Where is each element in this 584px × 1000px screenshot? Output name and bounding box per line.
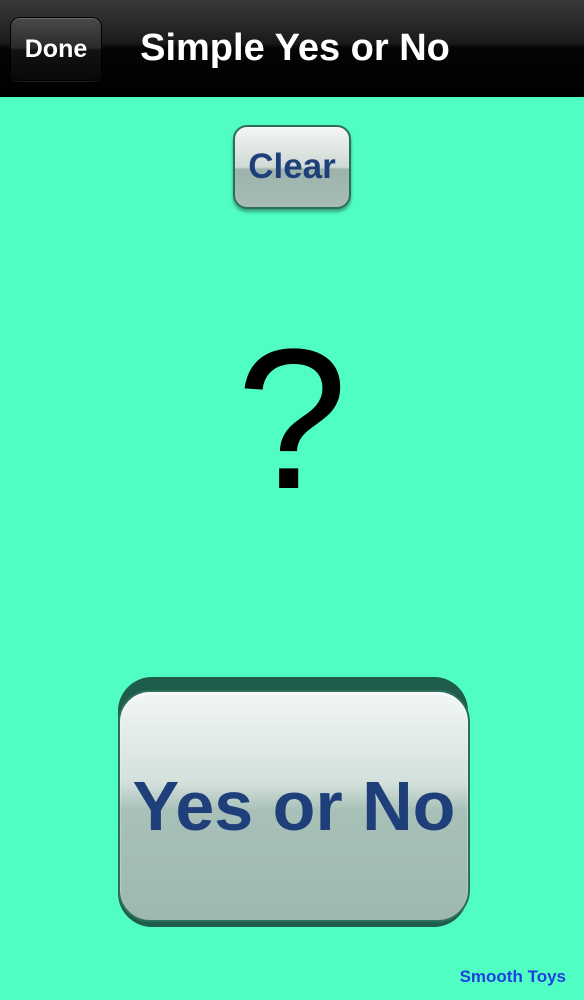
- navigation-bar: Done Simple Yes or No: [0, 0, 584, 96]
- page-title: Simple Yes or No: [140, 27, 450, 69]
- done-button[interactable]: Done: [10, 17, 102, 81]
- yes-or-no-button[interactable]: Yes or No: [118, 690, 470, 922]
- answer-display: ?: [236, 308, 348, 531]
- clear-button[interactable]: Clear: [233, 125, 351, 209]
- smooth-toys-link[interactable]: Smooth Toys: [460, 966, 566, 988]
